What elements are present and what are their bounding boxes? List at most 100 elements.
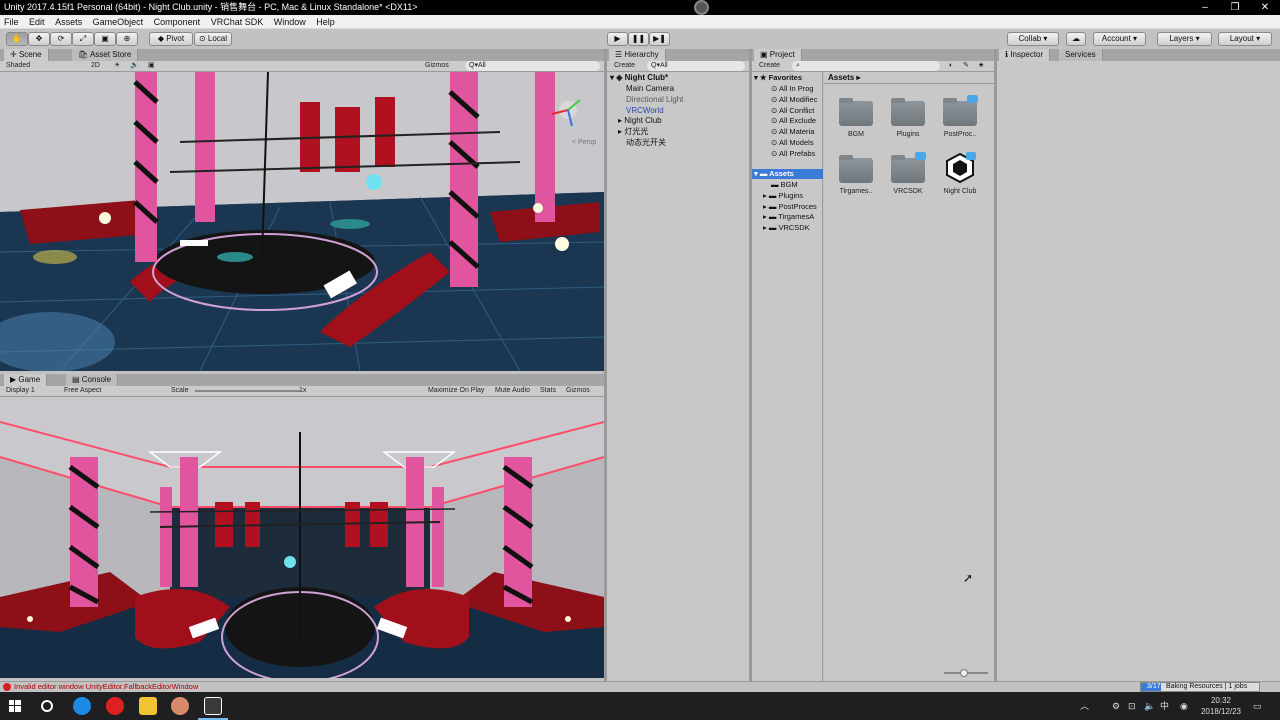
audio-toggle-icon[interactable]: 🔊 xyxy=(130,61,139,71)
menu-gameobject[interactable]: GameObject xyxy=(89,15,148,29)
hierarchy-item-vrcworld[interactable]: VRCWorld xyxy=(626,106,664,116)
tray-volume-icon[interactable]: 🔈 xyxy=(1144,692,1155,720)
hierarchy-create-button[interactable]: Create xyxy=(614,61,635,71)
menu-vrchat-sdk[interactable]: VRChat SDK xyxy=(207,15,268,29)
stats-toggle[interactable]: Stats xyxy=(540,386,556,396)
project-search-input[interactable]: ⌕ xyxy=(792,61,940,71)
layout-dropdown[interactable]: Layout ▾ xyxy=(1218,32,1272,46)
menu-edit[interactable]: Edit xyxy=(25,15,49,29)
favorites-header[interactable]: ▾ ★ Favorites xyxy=(754,73,802,83)
favorite-item[interactable]: ⊙ All Conflict xyxy=(771,106,814,116)
cortana-search-icon[interactable] xyxy=(41,700,53,712)
error-message[interactable]: Invalid editor window UnityEditor.Fallba… xyxy=(14,682,198,692)
unity-scene-icon[interactable] xyxy=(944,152,976,184)
layers-dropdown[interactable]: Layers ▾ xyxy=(1157,32,1212,46)
asset-tree-folder[interactable]: ▸ ▬ TirgamesA xyxy=(763,212,814,222)
toggle-2d-button[interactable]: 2D xyxy=(91,61,100,71)
game-gizmos-dropdown[interactable]: Gizmos xyxy=(566,386,590,396)
folder-icon[interactable] xyxy=(839,98,873,126)
menu-help[interactable]: Help xyxy=(312,15,339,29)
tab-hierarchy[interactable]: ☰ Hierarchy xyxy=(609,49,666,61)
hierarchy-search-input[interactable]: Q▾All xyxy=(647,61,745,71)
mute-audio-toggle[interactable]: Mute Audio xyxy=(495,386,530,396)
scale-tool-button[interactable]: ⤢ xyxy=(72,32,94,46)
hierarchy-item-directional-light[interactable]: Directional Light xyxy=(626,95,683,105)
favorite-item[interactable]: ⊙ All In Prog xyxy=(771,84,814,94)
cloud-button[interactable]: ☁ xyxy=(1066,32,1086,46)
scene-view[interactable]: < Persp xyxy=(0,72,604,371)
project-create-button[interactable]: Create xyxy=(759,61,780,71)
effects-toggle-icon[interactable]: ▣ xyxy=(148,61,155,71)
collab-dropdown[interactable]: Collab ▾ xyxy=(1007,32,1059,46)
favorite-item[interactable]: ⊙ All Materia xyxy=(771,127,814,137)
local-toggle[interactable]: ⊙ Local xyxy=(194,32,232,46)
pause-button[interactable]: ❚❚ xyxy=(628,32,649,46)
menu-window[interactable]: Window xyxy=(270,15,310,29)
transform-tool-button[interactable]: ⊕ xyxy=(116,32,138,46)
aspect-dropdown[interactable]: Free Aspect xyxy=(64,386,101,396)
favorite-item[interactable]: ⊙ All Models xyxy=(771,138,814,148)
hierarchy-item-night-club[interactable]: ▸ Night Club xyxy=(618,116,662,126)
rect-tool-button[interactable]: ▣ xyxy=(94,32,116,46)
edge-browser-icon[interactable] xyxy=(73,697,91,715)
assets-root-selected[interactable]: ▾ ▬ Assets xyxy=(752,169,823,179)
favorite-star-icon[interactable]: ★ xyxy=(978,61,984,71)
close-button[interactable]: ✕ xyxy=(1250,0,1280,15)
favorite-item[interactable]: ⊙ All Prefabs xyxy=(771,149,815,159)
tray-steam-icon[interactable]: ⚙ xyxy=(1112,692,1120,720)
clock[interactable]: 20:32 2018/12/23 xyxy=(1196,695,1246,717)
tray-misc-icon[interactable]: ◉ xyxy=(1180,692,1188,720)
menu-component[interactable]: Component xyxy=(150,15,205,29)
hierarchy-scene-root[interactable]: ▾ ◈ Night Club* xyxy=(610,73,668,83)
asset-tree-folder[interactable]: ▸ ▬ Plugins xyxy=(763,191,803,201)
pivot-toggle[interactable]: ◆ Pivot xyxy=(149,32,193,46)
asset-tree-folder[interactable]: ▸ ▬ PostProces xyxy=(763,202,817,212)
favorite-item[interactable]: ⊙ All Modifiec xyxy=(771,95,817,105)
hierarchy-item-main-camera[interactable]: Main Camera xyxy=(626,84,674,94)
maximize-on-play-toggle[interactable]: Maximize On Play xyxy=(428,386,484,396)
folder-icon[interactable] xyxy=(943,98,977,126)
game-view[interactable] xyxy=(0,397,604,678)
project-breadcrumb[interactable]: Assets ▸ xyxy=(828,73,860,82)
hierarchy-item-light-switch[interactable]: 动态光开关 xyxy=(626,138,666,148)
unity-taskbar-icon[interactable] xyxy=(204,697,222,715)
tab-inspector[interactable]: ℹ Inspector xyxy=(999,49,1051,61)
app-avatar-icon[interactable] xyxy=(171,697,189,715)
windows-start-icon[interactable] xyxy=(9,700,21,712)
maximize-button[interactable]: ❐ xyxy=(1220,0,1250,15)
scene-search-input[interactable]: Q▾All xyxy=(465,61,600,71)
tab-game[interactable]: ▶ Game xyxy=(4,374,48,386)
tab-scene[interactable]: ✛ Scene xyxy=(4,49,49,61)
move-tool-button[interactable]: ✥ xyxy=(28,32,50,46)
zoom-slider[interactable] xyxy=(944,669,988,677)
menu-assets[interactable]: Assets xyxy=(51,15,86,29)
favorite-item[interactable]: ⊙ All Exclude xyxy=(771,116,816,126)
tab-project[interactable]: ▣ Project xyxy=(754,49,802,61)
folder-icon[interactable] xyxy=(891,98,925,126)
display-dropdown[interactable]: Display 1 xyxy=(6,386,35,396)
lighting-toggle-icon[interactable]: ☀ xyxy=(114,61,120,71)
folder-icon[interactable] xyxy=(891,155,925,183)
folder-icon[interactable] xyxy=(839,155,873,183)
file-explorer-icon[interactable] xyxy=(139,697,157,715)
tray-network-icon[interactable]: ⊡ xyxy=(1128,692,1136,720)
account-dropdown[interactable]: Account ▾ xyxy=(1093,32,1146,46)
filter-type-icon[interactable]: ◐ xyxy=(949,61,953,71)
tab-services[interactable]: Services xyxy=(1059,49,1103,61)
asset-tree-folder[interactable]: ▬ BGM xyxy=(771,180,798,190)
scene-gizmos-dropdown[interactable]: Gizmos xyxy=(425,61,449,71)
filter-label-icon[interactable]: ✎ xyxy=(963,61,969,71)
hand-tool-button[interactable]: ✋ xyxy=(6,32,28,46)
baking-progress-bar[interactable]: 3/17 Baking Resources | 1 jobs xyxy=(1140,682,1260,692)
asset-tree-folder[interactable]: ▸ ▬ VRCSDK xyxy=(763,223,810,233)
tray-chevron-icon[interactable]: ︿ xyxy=(1080,692,1089,720)
step-button[interactable]: ▶❚ xyxy=(649,32,670,46)
scale-slider[interactable] xyxy=(195,390,300,392)
play-button[interactable]: ▶ xyxy=(607,32,628,46)
menu-file[interactable]: File xyxy=(0,15,23,29)
tab-console[interactable]: ▤ Console xyxy=(66,374,119,386)
notification-icon[interactable]: ▭ xyxy=(1253,692,1262,720)
tab-asset-store[interactable]: 🛍 Asset Store xyxy=(72,49,139,61)
zoom-slider-thumb[interactable] xyxy=(960,669,968,677)
rotate-tool-button[interactable]: ⟳ xyxy=(50,32,72,46)
